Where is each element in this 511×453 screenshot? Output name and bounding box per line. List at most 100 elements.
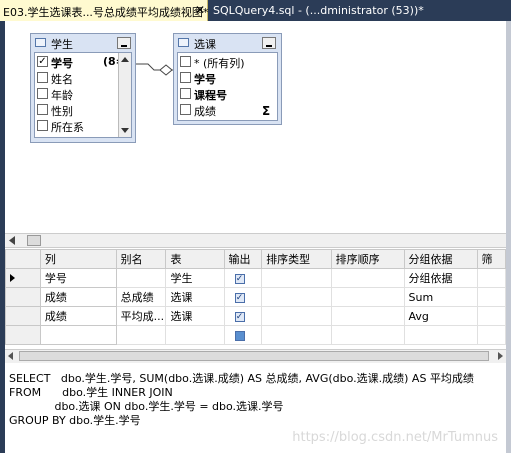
cell-sort-type[interactable] [261,287,332,307]
row-selector[interactable] [5,268,41,288]
minimize-button[interactable] [117,37,131,49]
column-header-filter[interactable]: 筛 [476,249,506,269]
table-row[interactable]: 学号 学生 ✓ 分组依据 [5,268,506,288]
column-item-gender[interactable]: 性别 [37,103,117,118]
column-checkbox[interactable] [37,72,48,83]
column-checkbox[interactable] [37,104,48,115]
cell-column[interactable]: 成绩 [39,287,117,307]
diagram-pane[interactable]: 学生 ✓ 学号 (8= 姓名 年龄 性别 所在系 选课 * (所有列) 学号 课… [5,21,506,233]
column-header-group-by[interactable]: 分组依据 [403,249,478,269]
cell-table[interactable] [165,325,225,345]
column-item-all-columns[interactable]: * (所有列) [180,55,275,70]
cell-sort-order[interactable] [330,268,405,288]
cell-sort-type[interactable] [261,268,332,288]
cell-alias[interactable] [115,325,167,345]
column-label: 年龄 [51,89,73,102]
cell-alias[interactable] [115,268,167,288]
cell-group-by[interactable]: Avg [403,306,478,326]
join-relationship-line[interactable] [136,56,176,86]
current-row-pointer-icon [10,273,15,282]
row-selector[interactable] [5,287,41,307]
column-item-student-id[interactable]: 学号 [180,71,275,86]
column-checkbox[interactable] [37,88,48,99]
table-row[interactable]: 成绩 总成绩 选课 ✓ Sum [5,287,506,307]
cell-group-by[interactable] [403,325,478,345]
cell-column[interactable]: 成绩 [39,306,117,326]
row-selector[interactable] [5,325,41,345]
column-checkbox[interactable] [180,88,191,99]
cell-output[interactable]: ✓ [223,287,263,307]
column-item-department[interactable]: 所在系 [37,119,117,134]
column-list-scrollbar[interactable] [118,53,131,137]
table-icon [178,38,189,47]
cell-sort-type[interactable] [261,325,332,345]
column-item-course-id[interactable]: 课程号 [180,87,275,102]
column-checkbox[interactable] [180,104,191,115]
output-checkbox[interactable]: ✓ [234,311,245,322]
cell-table[interactable]: 选课 [165,306,225,326]
student-table-window[interactable]: 学生 ✓ 学号 (8= 姓名 年龄 性别 所在系 [30,33,136,143]
column-checkbox[interactable] [37,120,48,131]
minimize-button[interactable] [262,37,276,49]
cell-output[interactable]: ✓ [223,268,263,288]
column-header-column[interactable]: 列 [39,249,117,269]
cell-sort-order[interactable] [330,306,405,326]
column-header-table[interactable]: 表 [165,249,225,269]
cell-filter[interactable] [476,287,506,307]
student-column-list[interactable]: ✓ 学号 (8= 姓名 年龄 性别 所在系 [34,52,132,138]
cell-sort-type[interactable] [261,306,332,326]
cell-table[interactable]: 学生 [165,268,225,288]
column-header-sort-order[interactable]: 排序顺序 [330,249,405,269]
course-table-window[interactable]: 选课 * (所有列) 学号 课程号 成绩 Σ [173,33,282,125]
table-row-new[interactable] [5,325,506,345]
column-label: 课程号 [194,89,227,102]
column-item-score[interactable]: 成绩 [180,103,275,118]
scroll-up-icon[interactable] [121,57,129,62]
output-checkbox[interactable]: ✓ [234,292,245,303]
scroll-left-icon[interactable] [7,235,18,246]
cell-filter[interactable] [476,268,506,288]
cell-sort-order[interactable] [330,325,405,345]
column-header-sort-type[interactable]: 排序类型 [261,249,332,269]
cell-output[interactable] [223,325,263,345]
column-item-name[interactable]: 姓名 [37,71,117,86]
cell-alias[interactable]: 总成绩 [115,287,167,307]
column-checkbox[interactable]: ✓ [37,56,48,67]
splitter-thumb[interactable] [27,235,41,246]
column-label: 性别 [51,105,73,118]
cell-sort-order[interactable] [330,287,405,307]
close-icon[interactable]: ✕ [195,3,205,17]
column-label: 所在系 [51,121,84,134]
pane-splitter[interactable] [5,233,506,248]
cell-group-by[interactable]: 分组依据 [403,268,478,288]
criteria-grid[interactable]: 列 别名 表 输出 排序类型 排序顺序 分组依据 筛 学号 学生 ✓ 分组依据 [5,249,506,349]
tab-view-designer[interactable]: E03.学生选课表...号总成绩平均成绩视图* ✕ [0,0,208,21]
cell-column[interactable]: 学号 [39,268,117,288]
row-selector[interactable] [5,306,41,326]
cell-filter[interactable] [476,306,506,326]
grid-horizontal-scrollbar[interactable] [5,349,506,363]
scroll-right-icon[interactable] [498,352,503,360]
cell-output[interactable]: ✓ [223,306,263,326]
scroll-left-icon[interactable] [8,352,13,360]
scroll-down-icon[interactable] [121,128,129,133]
course-column-list[interactable]: * (所有列) 学号 课程号 成绩 Σ [177,52,278,121]
sql-pane[interactable]: SELECT dbo.学生.学号, SUM(dbo.选课.成绩) AS 总成绩,… [5,364,506,453]
table-row[interactable]: 成绩 平均成... 选课 ✓ Avg [5,306,506,326]
table-icon [35,38,46,47]
cell-column[interactable] [39,325,117,345]
output-checkbox[interactable]: ✓ [234,273,245,284]
cell-filter[interactable] [476,325,506,345]
column-checkbox[interactable] [180,56,191,67]
cell-table[interactable]: 选课 [165,287,225,307]
column-checkbox[interactable] [180,72,191,83]
cell-alias[interactable]: 平均成... [115,306,167,326]
column-header-output[interactable]: 输出 [223,249,263,269]
output-checkbox[interactable] [234,330,245,341]
column-label: 成绩 [194,105,216,118]
column-item-age[interactable]: 年龄 [37,87,117,102]
scrollbar-thumb[interactable] [19,351,489,361]
document-tab-bar: E03.学生选课表...号总成绩平均成绩视图* ✕ SQLQuery4.sql … [0,0,511,21]
column-header-alias[interactable]: 别名 [115,249,167,269]
cell-group-by[interactable]: Sum [403,287,478,307]
